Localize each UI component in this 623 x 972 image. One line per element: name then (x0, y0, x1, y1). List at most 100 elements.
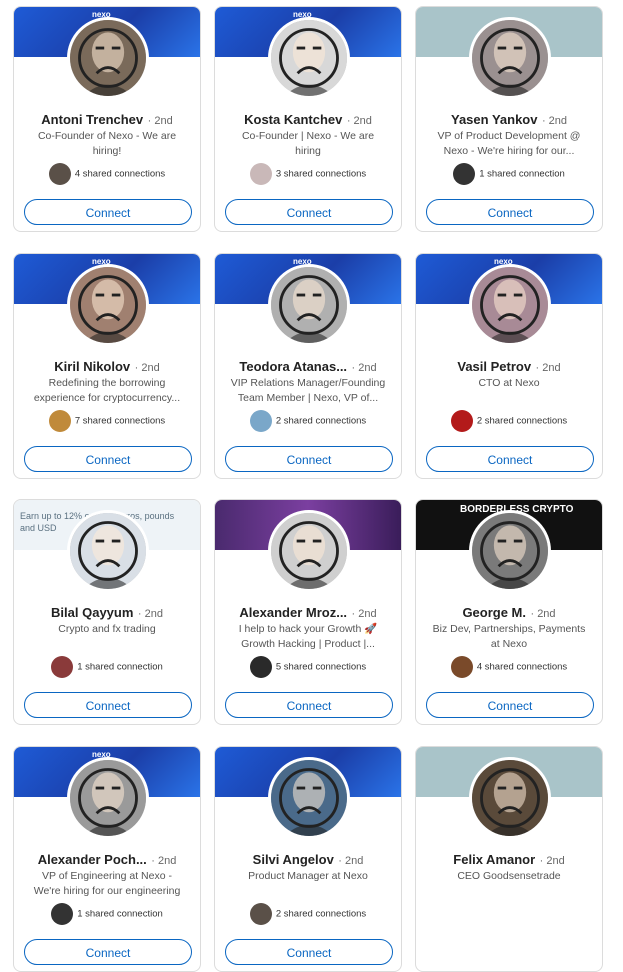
person-headline: Redefining the borrowing experience for … (33, 377, 181, 404)
shared-connections[interactable]: 2 shared connections (416, 410, 602, 432)
connect-button[interactable]: Connect (24, 939, 192, 965)
shared-connections-text: 2 shared connections (476, 415, 568, 427)
name-row: Alexander Mroz... · 2nd (215, 604, 401, 622)
connection-degree: · 2nd (541, 115, 568, 127)
shared-connection-avatar (249, 903, 272, 925)
shared-connections-text: 1 shared connection (77, 908, 163, 920)
shared-connections-text: 3 shared connections (275, 168, 367, 180)
connection-degree: · 2nd (530, 608, 556, 620)
avatar[interactable] (268, 17, 350, 99)
connect-button[interactable]: Connect (24, 446, 192, 472)
avatar[interactable] (268, 264, 350, 346)
shared-connections-text: 5 shared connections (275, 661, 367, 673)
connect-button[interactable]: Connect (426, 199, 594, 225)
person-card[interactable]: nexo Antoni Trenchev · 2nd Co-Founder of… (13, 6, 201, 232)
shared-connection-avatar (51, 903, 74, 925)
connection-degree: · 2nd (147, 115, 173, 127)
avatar[interactable] (268, 510, 350, 592)
avatar[interactable] (67, 17, 149, 99)
shared-connections-text: 2 shared connections (275, 908, 367, 920)
shared-connections[interactable]: 1 shared connection (416, 163, 602, 185)
connect-button[interactable]: Connect (225, 446, 393, 472)
person-headline: VP of Engineering at Nexo - We're hiring… (33, 870, 181, 897)
person-card[interactable]: nexo Teodora Atanas... · 2nd VIP Relatio… (214, 253, 402, 479)
avatar[interactable] (67, 757, 149, 839)
person-card[interactable]: Yasen Yankov · 2nd VP of Product Develop… (415, 6, 603, 232)
person-card[interactable]: BORDERLESS CRYPTO George M. · 2nd Biz De… (415, 499, 603, 725)
person-headline: VP of Product Development @ Nexo - We're… (437, 130, 581, 157)
name-row: Antoni Trenchev · 2nd (14, 111, 200, 129)
connect-button[interactable]: Connect (24, 692, 192, 718)
person-card[interactable]: Alexander Mroz... · 2nd I help to hack y… (214, 499, 402, 725)
shared-connections[interactable]: 2 shared connections (215, 410, 401, 432)
name-row: Yasen Yankov · 2nd (416, 111, 602, 129)
name-row: Kosta Kantchev · 2nd (215, 111, 401, 129)
person-name[interactable]: Alexander Poch... (38, 852, 147, 867)
person-name[interactable]: Yasen Yankov (451, 112, 538, 127)
shared-connection-avatar (48, 410, 71, 432)
avatar[interactable] (268, 757, 350, 839)
shared-connections-text: 1 shared connection (77, 661, 163, 673)
avatar[interactable] (67, 264, 149, 346)
person-name[interactable]: Bilal Qayyum (51, 605, 133, 620)
connect-button[interactable]: Connect (426, 692, 594, 718)
shared-connections[interactable]: 3 shared connections (215, 163, 401, 185)
shared-connection-avatar (249, 410, 272, 432)
person-headline: I help to hack your Growth 🚀 Growth Hack… (238, 623, 378, 650)
connection-degree: · 2nd (539, 855, 565, 867)
connection-degree: · 2nd (351, 608, 377, 620)
name-row: Teodora Atanas... · 2nd (215, 358, 401, 376)
person-name[interactable]: Kiril Nikolov (54, 359, 130, 374)
person-name[interactable]: Antoni Trenchev (41, 112, 143, 127)
avatar[interactable] (469, 757, 551, 839)
shared-connections-text: 7 shared connections (74, 415, 166, 427)
avatar[interactable] (67, 510, 149, 592)
person-name[interactable]: Felix Amanor (453, 852, 535, 867)
person-card[interactable]: nexo Alexander Poch... · 2nd VP of Engin… (13, 746, 201, 972)
connect-button[interactable]: Connect (225, 199, 393, 225)
person-name[interactable]: Alexander Mroz... (239, 605, 347, 620)
person-name[interactable]: Vasil Petrov (457, 359, 531, 374)
person-card[interactable]: nexo Kosta Kantchev · 2nd Co-Founder | N… (214, 6, 402, 232)
connect-button[interactable]: Connect (426, 446, 594, 472)
name-row: Felix Amanor · 2nd (416, 851, 602, 869)
connect-button[interactable]: Connect (24, 199, 192, 225)
person-card[interactable]: Felix Amanor · 2nd CEO Goodsensetrade (415, 746, 603, 972)
shared-connections[interactable]: 5 shared connections (215, 656, 401, 678)
person-card[interactable]: nexo Vasil Petrov · 2nd CTO at Nexo 2 sh… (415, 253, 603, 479)
name-row: Silvi Angelov · 2nd (215, 851, 401, 869)
person-headline: Product Manager at Nexo (248, 870, 368, 882)
connection-degree: · 2nd (338, 855, 364, 867)
person-name[interactable]: Silvi Angelov (253, 852, 334, 867)
connection-degree: · 2nd (137, 608, 163, 620)
person-card[interactable]: Silvi Angelov · 2nd Product Manager at N… (214, 746, 402, 972)
shared-connections[interactable]: 4 shared connections (14, 163, 200, 185)
shared-connections[interactable]: 2 shared connections (215, 903, 401, 925)
connect-button[interactable]: Connect (225, 692, 393, 718)
person-name[interactable]: Teodora Atanas... (239, 359, 347, 374)
avatar[interactable] (469, 510, 551, 592)
name-row: George M. · 2nd (416, 604, 602, 622)
shared-connections[interactable]: 7 shared connections (14, 410, 200, 432)
connection-degree: · 2nd (346, 115, 372, 127)
person-card[interactable]: nexo Kiril Nikolov · 2nd Redefining the … (13, 253, 201, 479)
person-headline: VIP Relations Manager/Founding Team Memb… (230, 377, 386, 404)
avatar[interactable] (469, 264, 551, 346)
shared-connections-text: 1 shared connection (479, 168, 565, 180)
connection-degree: · 2nd (134, 362, 160, 374)
person-name[interactable]: George M. (462, 605, 526, 620)
person-headline: Co-Founder | Nexo - We are hiring (241, 130, 375, 157)
shared-connection-avatar (450, 656, 473, 678)
avatar[interactable] (469, 17, 551, 99)
connect-button[interactable]: Connect (225, 939, 393, 965)
person-name[interactable]: Kosta Kantchev (244, 112, 342, 127)
shared-connections-text: 4 shared connections (476, 661, 568, 673)
shared-connections[interactable]: 4 shared connections (416, 656, 602, 678)
shared-connection-avatar (51, 656, 74, 678)
person-card[interactable]: Earn up to 12% on your euros, pounds and… (13, 499, 201, 725)
shared-connections[interactable]: 1 shared connection (14, 903, 200, 925)
name-row: Kiril Nikolov · 2nd (14, 358, 200, 376)
name-row: Bilal Qayyum · 2nd (14, 604, 200, 622)
shared-connection-avatar (48, 163, 71, 185)
shared-connections[interactable]: 1 shared connection (14, 656, 200, 678)
